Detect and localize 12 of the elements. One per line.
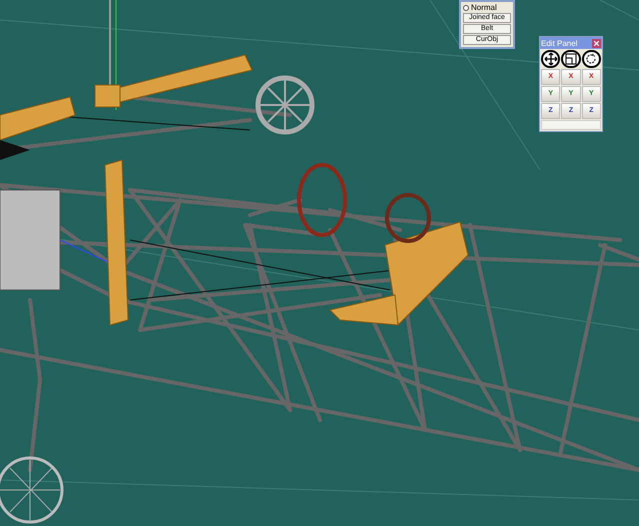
close-icon	[594, 40, 599, 46]
scale-icon	[564, 53, 577, 65]
close-button[interactable]	[592, 38, 601, 48]
rotate-icon	[585, 53, 598, 65]
option-label: Normal	[471, 3, 497, 12]
panel-title: Edit Panel	[541, 38, 578, 48]
radio-button[interactable]	[463, 4, 469, 10]
tool-button[interactable]	[561, 50, 581, 68]
input-field[interactable]	[541, 120, 601, 130]
tool-button[interactable]	[582, 50, 601, 68]
move-icon	[544, 52, 558, 66]
tool-button[interactable]	[541, 50, 560, 68]
